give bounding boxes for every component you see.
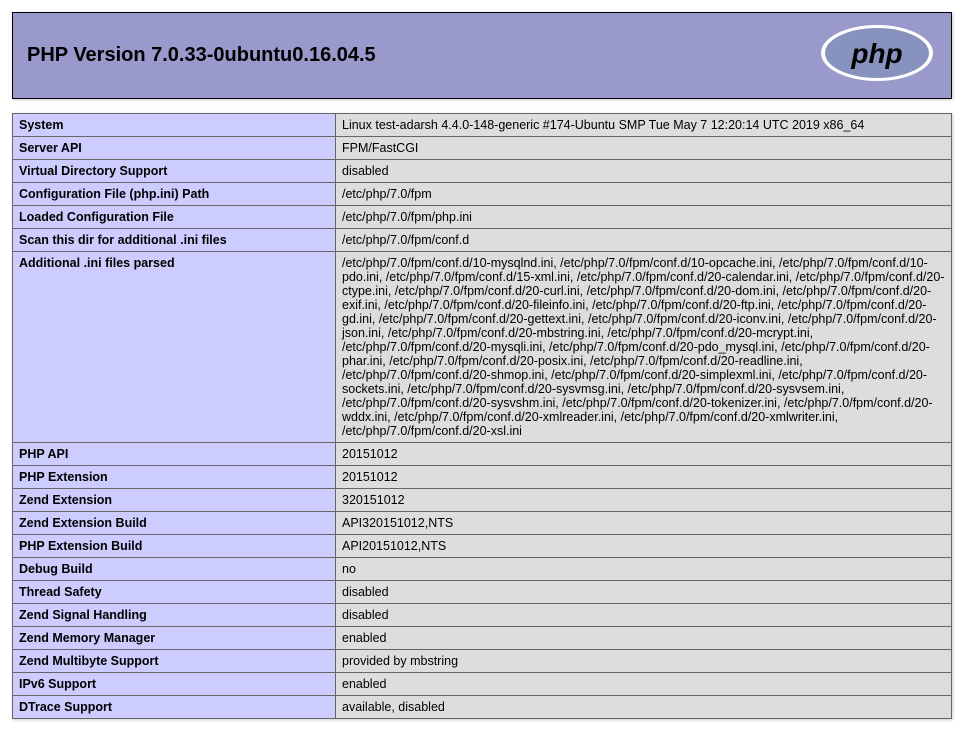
setting-name: Server API xyxy=(13,137,336,160)
table-row: Virtual Directory Supportdisabled xyxy=(13,160,952,183)
setting-value: /etc/php/7.0/fpm/conf.d xyxy=(336,229,952,252)
setting-value: disabled xyxy=(336,581,952,604)
setting-value: provided by mbstring xyxy=(336,650,952,673)
table-row: Configuration File (php.ini) Path/etc/ph… xyxy=(13,183,952,206)
table-row: Zend Signal Handlingdisabled xyxy=(13,604,952,627)
setting-name: Zend Signal Handling xyxy=(13,604,336,627)
setting-name: System xyxy=(13,114,336,137)
setting-name: Scan this dir for additional .ini files xyxy=(13,229,336,252)
table-row: Scan this dir for additional .ini files/… xyxy=(13,229,952,252)
setting-value: no xyxy=(336,558,952,581)
table-row: Additional .ini files parsed/etc/php/7.0… xyxy=(13,252,952,443)
table-row: Debug Buildno xyxy=(13,558,952,581)
setting-name: Zend Extension xyxy=(13,489,336,512)
php-logo-icon: php xyxy=(817,23,937,88)
svg-text:php: php xyxy=(850,38,902,69)
info-table: SystemLinux test-adarsh 4.4.0-148-generi… xyxy=(12,113,952,719)
table-row: PHP Extension20151012 xyxy=(13,466,952,489)
setting-value: 320151012 xyxy=(336,489,952,512)
setting-name: Configuration File (php.ini) Path xyxy=(13,183,336,206)
setting-value: API320151012,NTS xyxy=(336,512,952,535)
setting-value: 20151012 xyxy=(336,443,952,466)
setting-name: Thread Safety xyxy=(13,581,336,604)
table-row: DTrace Supportavailable, disabled xyxy=(13,696,952,719)
table-row: SystemLinux test-adarsh 4.4.0-148-generi… xyxy=(13,114,952,137)
table-row: PHP API20151012 xyxy=(13,443,952,466)
setting-value: disabled xyxy=(336,160,952,183)
table-row: Zend Multibyte Supportprovided by mbstri… xyxy=(13,650,952,673)
setting-name: PHP Extension xyxy=(13,466,336,489)
setting-name: Virtual Directory Support xyxy=(13,160,336,183)
setting-value: enabled xyxy=(336,673,952,696)
setting-value: API20151012,NTS xyxy=(336,535,952,558)
setting-name: PHP Extension Build xyxy=(13,535,336,558)
setting-value: /etc/php/7.0/fpm/conf.d/10-mysqlnd.ini, … xyxy=(336,252,952,443)
setting-name: Zend Memory Manager xyxy=(13,627,336,650)
setting-value: FPM/FastCGI xyxy=(336,137,952,160)
table-row: IPv6 Supportenabled xyxy=(13,673,952,696)
setting-name: DTrace Support xyxy=(13,696,336,719)
setting-name: PHP API xyxy=(13,443,336,466)
table-row: Zend Extension320151012 xyxy=(13,489,952,512)
table-row: Server APIFPM/FastCGI xyxy=(13,137,952,160)
setting-value: available, disabled xyxy=(336,696,952,719)
table-row: PHP Extension BuildAPI20151012,NTS xyxy=(13,535,952,558)
setting-name: Additional .ini files parsed xyxy=(13,252,336,443)
table-row: Thread Safetydisabled xyxy=(13,581,952,604)
setting-value: /etc/php/7.0/fpm/php.ini xyxy=(336,206,952,229)
setting-value: disabled xyxy=(336,604,952,627)
header-box: PHP Version 7.0.33-0ubuntu0.16.04.5 php xyxy=(12,12,952,99)
table-row: Loaded Configuration File/etc/php/7.0/fp… xyxy=(13,206,952,229)
setting-value: /etc/php/7.0/fpm xyxy=(336,183,952,206)
setting-name: Loaded Configuration File xyxy=(13,206,336,229)
setting-value: 20151012 xyxy=(336,466,952,489)
setting-value: Linux test-adarsh 4.4.0-148-generic #174… xyxy=(336,114,952,137)
setting-name: IPv6 Support xyxy=(13,673,336,696)
table-row: Zend Memory Managerenabled xyxy=(13,627,952,650)
setting-name: Zend Extension Build xyxy=(13,512,336,535)
page-title: PHP Version 7.0.33-0ubuntu0.16.04.5 xyxy=(27,44,376,67)
table-row: Zend Extension BuildAPI320151012,NTS xyxy=(13,512,952,535)
setting-value: enabled xyxy=(336,627,952,650)
setting-name: Zend Multibyte Support xyxy=(13,650,336,673)
setting-name: Debug Build xyxy=(13,558,336,581)
